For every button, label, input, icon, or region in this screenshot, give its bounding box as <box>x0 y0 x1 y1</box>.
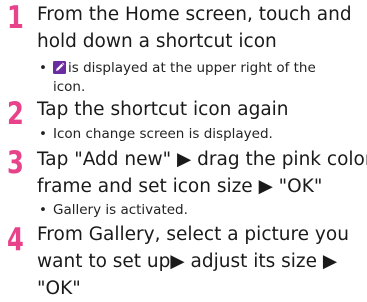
step-note-text: is displayed at the upper right of the <box>68 60 316 76</box>
step-number: 1 <box>7 0 24 36</box>
step-title: Tap "Add new" ▶ drag the pink color fram… <box>37 146 367 200</box>
bullet: • <box>39 126 47 142</box>
step-title-line: From the Home screen, touch and <box>37 4 352 25</box>
step-title: From Gallery, select a picture you want … <box>37 221 363 302</box>
step-title-line: From Gallery, select a picture you <box>37 224 349 245</box>
step-title-line: frame and set icon size ▶ "OK" <box>37 176 323 197</box>
step-title: From the Home screen, touch and hold dow… <box>37 1 363 55</box>
edit-badge-icon <box>53 61 66 74</box>
step-number: 2 <box>7 96 24 132</box>
step-title-line: Tap "Add new" ▶ drag the pink color <box>37 149 367 170</box>
step-title: Tap the shortcut icon again <box>37 96 363 123</box>
step-note-text: Gallery is activated. <box>53 202 188 218</box>
step-title-line: want to set up▶ adjust its size ▶ <box>37 251 338 272</box>
step-note: • Icon change screen is displayed. <box>37 125 363 144</box>
step-title-line: "OK" <box>37 278 81 299</box>
bullet: • <box>39 202 47 218</box>
step-note: • is displayed at the upper right of the… <box>37 59 363 97</box>
step-number: 3 <box>7 145 24 181</box>
step-title-line: hold down a shortcut icon <box>37 31 277 52</box>
step-note-text: Icon change screen is displayed. <box>53 126 273 142</box>
step-number: 4 <box>7 222 24 258</box>
step-title-line: Tap the shortcut icon again <box>37 99 289 120</box>
step-note-text: icon. <box>53 79 86 95</box>
step-note: • Gallery is activated. <box>37 201 363 220</box>
bullet: • <box>39 60 47 76</box>
